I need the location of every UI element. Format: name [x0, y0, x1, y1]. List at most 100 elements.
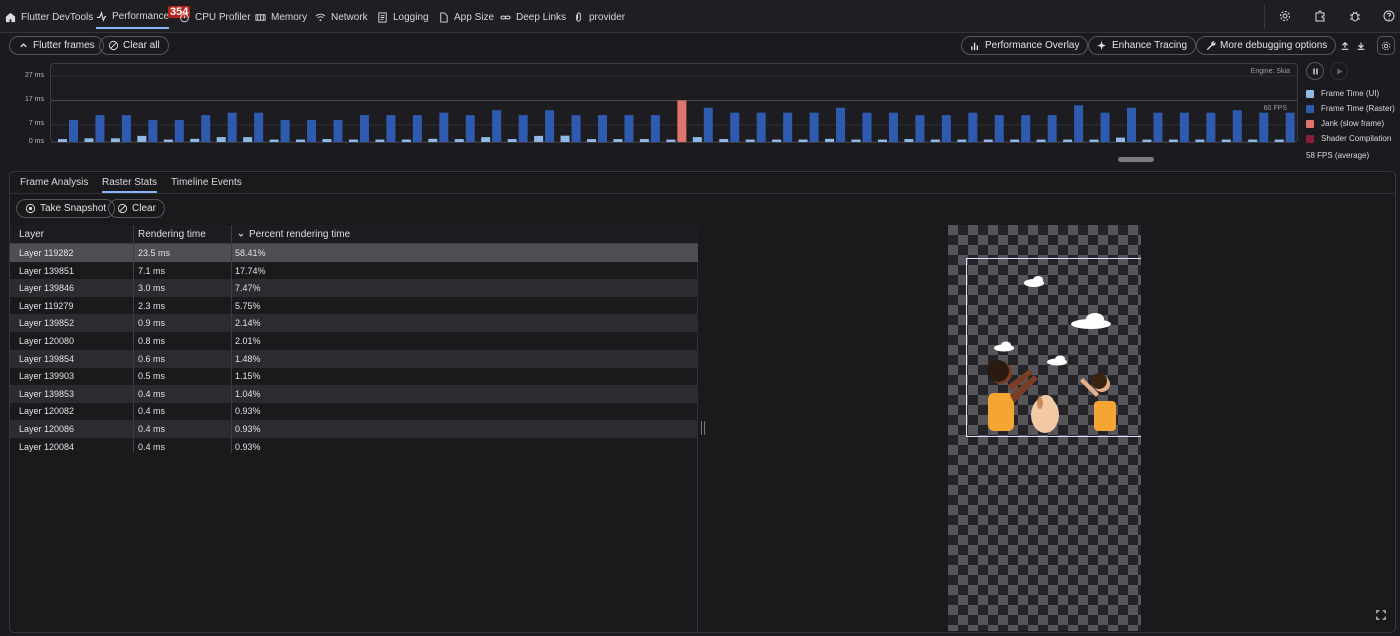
raster-frame-bar[interactable]: [307, 120, 317, 142]
raster-frame-bar[interactable]: [439, 112, 449, 142]
ui-frame-bar[interactable]: [534, 135, 544, 142]
raster-frame-bar[interactable]: [1259, 112, 1269, 142]
ui-frame-bar[interactable]: [375, 139, 385, 142]
ui-frame-bar[interactable]: [1274, 139, 1284, 142]
ui-frame-bar[interactable]: [269, 139, 279, 142]
performance-settings-icon[interactable]: [1377, 36, 1395, 55]
ui-frame-bar[interactable]: [1089, 139, 1099, 142]
ui-frame-bar[interactable]: [587, 139, 596, 142]
ui-frame-bar[interactable]: [401, 139, 411, 142]
ui-frame-bar[interactable]: [322, 139, 332, 142]
column-header-percent-rendering-time[interactable]: Percent rendering time: [237, 229, 350, 240]
raster-frame-bar[interactable]: [492, 110, 502, 142]
tab-memory[interactable]: Memory: [255, 5, 307, 29]
raster-frame-bar[interactable]: [95, 115, 105, 142]
frames-bar-chart[interactable]: 16328 16330 16332 16334 16336 16338 16340 16342…: [50, 63, 1298, 143]
ui-frame-bar[interactable]: [851, 139, 861, 142]
raster-frame-bar[interactable]: [254, 112, 264, 142]
table-row[interactable]: Layer 120086 0.4 ms 0.93%: [10, 420, 698, 438]
raster-frame-bar[interactable]: [968, 112, 978, 142]
raster-frame-bar[interactable]: [1232, 110, 1242, 142]
raster-frame-bar[interactable]: [148, 120, 158, 142]
performance-overlay-button[interactable]: Performance Overlay: [961, 36, 1089, 55]
table-row[interactable]: Layer 139851 7.1 ms 17.74%: [10, 262, 698, 280]
ui-frame-bar[interactable]: [798, 139, 808, 142]
raster-frame-bar[interactable]: [994, 115, 1004, 142]
ui-frame-bar[interactable]: [481, 137, 491, 142]
table-row[interactable]: Layer 120082 0.4 ms 0.93%: [10, 402, 698, 420]
tab-raster-stats[interactable]: Raster Stats: [102, 177, 158, 193]
raster-frame-bar[interactable]: [227, 112, 237, 142]
more-debugging-options-button[interactable]: More debugging options: [1196, 36, 1337, 55]
raster-frame-bar[interactable]: [121, 115, 131, 142]
raster-frame-bar[interactable]: [1206, 112, 1216, 142]
help-icon[interactable]: [1381, 8, 1397, 24]
ui-frame-bar[interactable]: [825, 138, 835, 142]
ui-frame-bar[interactable]: [137, 135, 147, 142]
raster-frame-bar[interactable]: [624, 115, 634, 142]
upload-icon[interactable]: [1337, 36, 1353, 55]
raster-frame-bar[interactable]: [1153, 112, 1163, 142]
tab-provider[interactable]: provider: [573, 5, 625, 29]
tab-deep-links[interactable]: Deep Links: [500, 5, 566, 29]
ui-frame-bar[interactable]: [957, 139, 967, 142]
raster-frame-bar[interactable]: [941, 115, 951, 142]
ui-frame-bar[interactable]: [243, 137, 253, 142]
ui-frame-bar[interactable]: [745, 139, 755, 142]
resume-button[interactable]: [1330, 62, 1348, 80]
raster-frame-bar[interactable]: [69, 120, 78, 142]
table-row[interactable]: Layer 120080 0.8 ms 2.01%: [10, 332, 698, 350]
ui-frame-bar[interactable]: [216, 137, 226, 142]
ui-frame-bar[interactable]: [163, 139, 173, 142]
tab-logging[interactable]: Logging: [377, 5, 429, 29]
raster-frame-bar[interactable]: [783, 112, 793, 142]
raster-frame-bar[interactable]: [333, 120, 343, 142]
raster-frame-bar[interactable]: [174, 120, 184, 142]
raster-frame-bar[interactable]: [1021, 115, 1031, 142]
raster-frame-bar[interactable]: [1179, 112, 1189, 142]
raster-frame-bar[interactable]: [915, 115, 925, 142]
ui-frame-bar[interactable]: [1195, 139, 1205, 142]
ui-frame-bar[interactable]: [930, 139, 940, 142]
jank-frame-bar[interactable]: [677, 100, 687, 142]
tab-frame-analysis[interactable]: Frame Analysis: [20, 177, 88, 188]
raster-frame-bar[interactable]: [465, 115, 475, 142]
raster-frame-bar[interactable]: [756, 112, 766, 142]
raster-frame-bar[interactable]: [280, 120, 290, 142]
ui-frame-bar[interactable]: [1221, 139, 1231, 142]
tab-cpu-profiler[interactable]: CPU Profiler: [179, 5, 251, 29]
ui-frame-bar[interactable]: [1063, 139, 1073, 142]
raster-frame-bar[interactable]: [545, 110, 555, 142]
table-row[interactable]: Layer 119279 2.3 ms 5.75%: [10, 297, 698, 315]
tab-performance[interactable]: Performance: [96, 5, 170, 29]
raster-frame-bar[interactable]: [1074, 105, 1084, 142]
ui-frame-bar[interactable]: [1010, 139, 1020, 142]
ui-frame-bar[interactable]: [1036, 139, 1046, 142]
raster-frame-bar[interactable]: [598, 115, 607, 142]
ui-frame-bar[interactable]: [1116, 137, 1125, 142]
raster-frame-bar[interactable]: [518, 115, 528, 142]
flutter-frames-toggle-button[interactable]: Flutter frames: [9, 36, 104, 55]
raster-frame-bar[interactable]: [650, 115, 660, 142]
raster-frame-bar[interactable]: [412, 115, 422, 142]
raster-frame-bar[interactable]: [730, 112, 740, 142]
ui-frame-bar[interactable]: [348, 139, 358, 142]
tab-network[interactable]: Network: [315, 5, 368, 29]
ui-frame-bar[interactable]: [454, 139, 464, 142]
table-row[interactable]: Layer 139854 0.6 ms 1.48%: [10, 349, 698, 368]
raster-frame-bar[interactable]: [1285, 112, 1295, 142]
ui-frame-bar[interactable]: [719, 139, 729, 142]
raster-frame-bar[interactable]: [703, 107, 713, 142]
ui-frame-bar[interactable]: [560, 135, 570, 142]
pause-button[interactable]: [1306, 62, 1324, 80]
tab-timeline-events[interactable]: Timeline Events: [171, 177, 242, 188]
tab-app-size[interactable]: App Size: [438, 5, 494, 29]
raster-frame-bar[interactable]: [888, 112, 898, 142]
ui-frame-bar[interactable]: [1168, 139, 1178, 142]
ui-frame-bar[interactable]: [983, 139, 993, 142]
raster-frame-bar[interactable]: [836, 107, 846, 142]
raster-frame-bar[interactable]: [571, 115, 581, 142]
bug-icon[interactable]: [1347, 8, 1363, 24]
raster-frame-bar[interactable]: [201, 115, 211, 142]
ui-frame-bar[interactable]: [692, 137, 702, 142]
